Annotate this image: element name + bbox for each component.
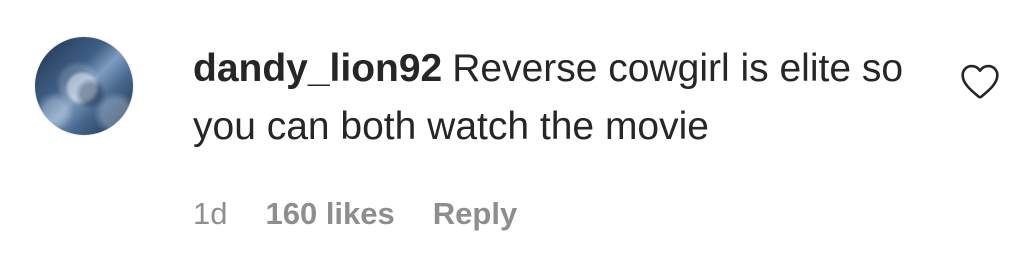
- comment-time[interactable]: 1d: [193, 196, 227, 232]
- comment-text: dandy_lion92 Reverse cowgirl is elite so …: [193, 40, 953, 156]
- reply-button[interactable]: Reply: [433, 196, 517, 232]
- comment-content: dandy_lion92 Reverse cowgirl is elite so …: [193, 40, 953, 156]
- comment: dandy_lion92 Reverse cowgirl is elite so …: [0, 0, 1024, 254]
- heart-icon[interactable]: [960, 64, 1000, 100]
- avatar[interactable]: [34, 36, 134, 136]
- username[interactable]: dandy_lion92: [193, 47, 442, 90]
- comment-meta: 1d 160 likes Reply: [193, 196, 517, 232]
- avatar-image: [35, 37, 133, 135]
- likes-count[interactable]: 160 likes: [265, 196, 394, 232]
